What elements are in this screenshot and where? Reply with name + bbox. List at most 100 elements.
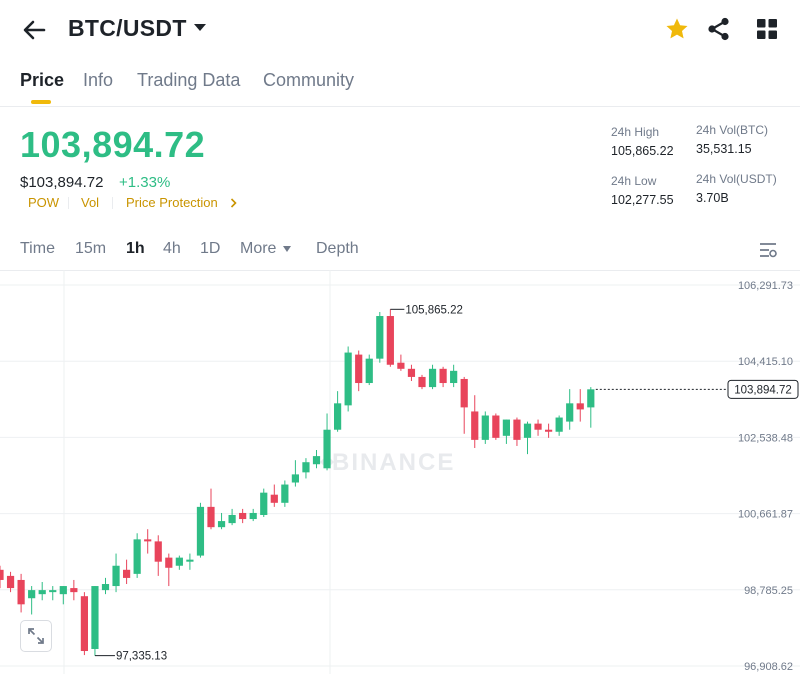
candle-body	[534, 423, 542, 430]
candle-body	[17, 579, 25, 605]
y-tick-label: 96,908.62	[744, 661, 793, 673]
more-dropdown-icon[interactable]	[283, 246, 291, 252]
y-tick-label: 98,785.25	[744, 585, 793, 597]
timeframe-1d[interactable]: 1D	[200, 240, 220, 258]
tab-price[interactable]: Price	[20, 70, 64, 91]
candle-body	[165, 557, 173, 568]
candle-body	[323, 429, 331, 469]
divider	[68, 197, 69, 209]
candle-body	[175, 557, 183, 566]
candle-body	[144, 539, 152, 542]
candle-body	[0, 569, 4, 580]
candle-body	[481, 415, 489, 440]
tab-info[interactable]: Info	[83, 70, 113, 91]
divider	[112, 197, 113, 209]
candle-body	[450, 370, 458, 384]
candle-body	[376, 316, 384, 359]
timeframe-4h[interactable]: 4h	[163, 240, 181, 258]
chevron-right-icon	[230, 198, 237, 208]
min-annotation: 97,335.13	[116, 651, 167, 663]
timeframe-1h[interactable]: 1h	[126, 240, 145, 258]
candle-body	[576, 403, 584, 410]
candle-body	[545, 429, 553, 432]
candle-body	[502, 419, 510, 436]
candle-body	[239, 512, 247, 520]
candlestick-chart[interactable]: BINANCE 105,865.22 97,335.13 103,894.72 10…	[0, 270, 800, 674]
tag-pow[interactable]: POW	[28, 195, 59, 210]
share-icon[interactable]	[706, 16, 732, 42]
section-tabs: Price Info Trading Data Community	[0, 60, 800, 107]
tab-community[interactable]: Community	[263, 70, 354, 91]
candle-body	[397, 362, 405, 369]
grid-icon[interactable]	[754, 16, 780, 42]
candle-body	[6, 575, 15, 589]
candle-body	[112, 565, 120, 587]
candle-body	[123, 569, 131, 578]
candle-body	[513, 419, 521, 440]
candle-body	[133, 539, 141, 574]
expand-chart-button[interactable]	[20, 620, 52, 652]
timeframe-bar: Time 15m 1h 4h 1D More Depth	[0, 228, 800, 271]
candle-body	[587, 389, 595, 408]
tab-trading-data[interactable]: Trading Data	[137, 70, 240, 91]
candle-body	[386, 316, 394, 365]
annotations-layer: 105,865.22 97,335.13 103,894.72	[94, 304, 799, 663]
arrow-left-icon[interactable]	[20, 16, 48, 44]
candle-body	[439, 368, 447, 384]
candle-body	[355, 354, 363, 384]
candle-body	[154, 541, 162, 562]
candle-body	[260, 492, 268, 515]
watermark-text: BINANCE	[332, 449, 455, 476]
usd-price: $103,894.72	[20, 174, 104, 191]
candle-body	[334, 403, 342, 430]
timeframe-time[interactable]: Time	[20, 240, 55, 258]
stat-low-value: 102,277.55	[611, 193, 674, 207]
candle-body	[59, 586, 67, 595]
candle-body	[49, 590, 57, 593]
star-icon[interactable]	[664, 16, 690, 42]
candle-body	[70, 588, 78, 593]
candle-body	[460, 378, 468, 408]
timeframe-more[interactable]: More	[240, 240, 276, 258]
candle-body	[217, 521, 226, 528]
pair-title[interactable]: BTC/USDT	[68, 15, 187, 42]
candle-body	[428, 368, 437, 388]
y-tick-label: 106,291.73	[738, 280, 793, 292]
expand-icon	[28, 628, 44, 644]
tag-price-protection[interactable]: Price Protection	[126, 195, 218, 210]
candle-body	[228, 514, 236, 524]
stat-vol-usdt-label: 24h Vol(USDT)	[696, 172, 777, 186]
candle-body	[523, 423, 532, 438]
candle-body	[344, 352, 352, 406]
stat-high-value: 105,865.22	[611, 144, 674, 158]
candle-body	[249, 512, 257, 520]
top-bar: BTC/USDT	[0, 0, 800, 60]
y-tick-label: 100,661.87	[738, 509, 793, 521]
candle-body	[28, 590, 36, 599]
timeframe-15m[interactable]: 15m	[75, 240, 106, 258]
last-price: 103,894.72	[20, 124, 206, 165]
y-axis: 106,291.73 104,415.10 102,538.48 100,661.87…	[738, 280, 793, 673]
candle-body	[471, 411, 479, 440]
candle-body	[566, 403, 574, 422]
last-price-label: 103,894.72	[734, 384, 792, 396]
stat-high-label: 24h High	[611, 125, 660, 139]
candle-body	[38, 590, 46, 595]
timeframe-depth[interactable]: Depth	[316, 240, 359, 258]
candle-body	[492, 415, 500, 438]
max-annotation: 105,865.22	[405, 304, 463, 316]
y-tick-label: 102,538.48	[738, 432, 793, 444]
stat-vol-btc-label: 24h Vol(BTC)	[696, 123, 769, 137]
tag-vol[interactable]: Vol	[81, 195, 99, 210]
pair-dropdown-icon[interactable]	[194, 24, 206, 31]
candle-body	[365, 358, 373, 384]
candle-body	[101, 584, 110, 591]
price-change: +1.33%	[119, 174, 171, 191]
candle-body	[291, 474, 299, 483]
candle-body	[407, 368, 416, 377]
candle-body	[312, 456, 321, 465]
candle-body	[196, 506, 205, 556]
chart-settings-icon[interactable]	[758, 241, 778, 259]
candle-body	[270, 494, 278, 503]
stat-vol-btc-value: 35,531.15	[696, 142, 752, 156]
